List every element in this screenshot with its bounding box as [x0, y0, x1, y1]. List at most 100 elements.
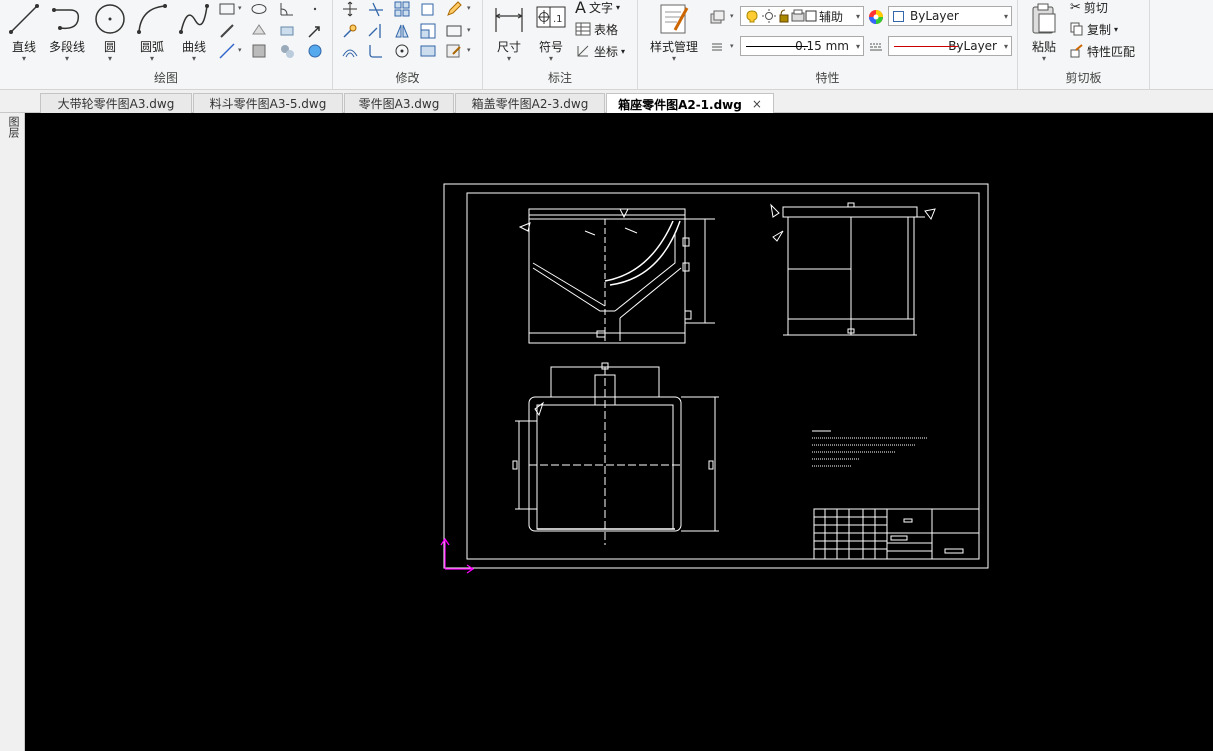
document-tab-bar: 大带轮零件图A3.dwg 料斗零件图A3-5.dwg 零件图A3.dwg 箱盖零… — [0, 91, 1213, 114]
curve-tool-label: 曲线 — [181, 40, 206, 54]
boundary-icon[interactable] — [306, 42, 324, 60]
layer-dropdown[interactable]: 辅助 ▾ — [740, 6, 864, 26]
paste-button[interactable]: 粘贴 ▾ — [1024, 0, 1064, 63]
trim-icon[interactable] — [367, 0, 385, 18]
pencil-icon[interactable] — [445, 0, 463, 18]
text-tool-label: 文字 — [588, 0, 613, 15]
chevron-down-icon: ▾ — [149, 54, 154, 63]
leader-arrow-icon[interactable] — [306, 22, 324, 40]
array-icon[interactable] — [393, 0, 411, 18]
line-tool-button[interactable]: 直线 ▾ — [2, 0, 46, 63]
layer-states-icon[interactable] — [708, 8, 726, 26]
table-tool-label: 表格 — [594, 22, 619, 37]
color-wheel-icon[interactable] — [867, 8, 885, 26]
dimension-tool-button[interactable]: 尺寸 ▾ — [487, 0, 531, 63]
edit-icon[interactable] — [445, 42, 463, 60]
copy-button[interactable]: 复制 ▾ — [1070, 19, 1118, 39]
tab-document-4[interactable]: 箱盖零件图A2-3.dwg — [455, 93, 605, 113]
tab-document-3[interactable]: 零件图A3.dwg — [344, 93, 454, 113]
chevron-down-icon: ▾ — [855, 11, 860, 21]
chevron-down-icon[interactable]: ▾ — [238, 4, 242, 12]
chevron-down-icon: ▾ — [1041, 54, 1046, 63]
close-tab-icon[interactable]: × — [752, 97, 762, 111]
ribbon-group-annotate: 尺寸 ▾ .1 符号 ▾ A 文字 ▾ 表格 坐标 ▾ 标注 — [483, 0, 638, 90]
circle-icon — [95, 4, 125, 34]
lineweight-dropdown[interactable]: 0.15 mm ▾ — [740, 36, 864, 56]
lineweight-list-icon[interactable] — [708, 38, 726, 56]
drawing-canvas[interactable] — [25, 113, 1213, 751]
construction-line-icon[interactable] — [218, 42, 236, 60]
symbol-tool-label: 符号 — [538, 40, 563, 54]
linetype-dropdown[interactable]: ByLayer ▾ — [888, 36, 1012, 56]
linetype-icon[interactable] — [867, 38, 885, 56]
style-manager-button[interactable]: 样式管理 ▾ — [642, 0, 706, 63]
polyline-icon — [52, 8, 80, 30]
arc-tool-button[interactable]: 圆弧 ▾ — [130, 0, 174, 63]
sheet-outer-frame — [443, 183, 989, 569]
text-tool-button[interactable]: A 文字 ▾ — [575, 0, 620, 17]
rotate-icon[interactable] — [393, 42, 411, 60]
region-icon[interactable] — [250, 22, 268, 40]
side-view — [770, 202, 936, 336]
line-icon — [9, 4, 39, 34]
tab-document-1[interactable]: 大带轮零件图A3.dwg — [40, 93, 192, 113]
fillet-icon[interactable] — [367, 42, 385, 60]
offset-icon[interactable] — [341, 42, 359, 60]
technical-notes — [812, 430, 927, 467]
symbol-tool-button[interactable]: .1 符号 ▾ — [531, 0, 571, 63]
scale-icon[interactable] — [419, 22, 437, 40]
dimension-icon — [495, 8, 523, 32]
gradient-icon[interactable] — [278, 42, 296, 60]
chevron-down-icon: ▾ — [548, 54, 553, 63]
coordinate-icon — [577, 45, 589, 57]
chevron-down-icon: ▾ — [1003, 11, 1008, 21]
rectangle-tool-icon[interactable] — [445, 22, 463, 40]
extend-icon[interactable] — [367, 22, 385, 40]
mirror-icon[interactable] — [393, 22, 411, 40]
point-icon[interactable] — [306, 0, 324, 18]
chevron-down-icon[interactable]: ▾ — [467, 26, 471, 34]
chevron-down-icon[interactable]: ▾ — [467, 4, 471, 12]
svg-text:.1: .1 — [553, 14, 563, 25]
chevron-down-icon[interactable]: ▾ — [730, 42, 734, 50]
group-label-annotate: 标注 — [547, 71, 572, 85]
rectangle-icon[interactable] — [218, 0, 236, 18]
color-value: ByLayer — [910, 9, 959, 23]
top-view — [512, 362, 719, 545]
table-tool-button[interactable]: 表格 — [575, 19, 618, 39]
stretch-icon[interactable] — [341, 22, 359, 40]
spline-icon — [179, 4, 209, 34]
wipeout-icon[interactable] — [278, 22, 296, 40]
style-manager-icon — [660, 4, 689, 34]
chevron-down-icon: ▾ — [1003, 41, 1008, 51]
chevron-down-icon[interactable]: ▾ — [238, 46, 242, 54]
chevron-down-icon: ▾ — [21, 54, 26, 63]
tab-document-2[interactable]: 料斗零件图A3-5.dwg — [193, 93, 343, 113]
scissors-icon: ✂ — [1070, 0, 1081, 15]
tab-label: 大带轮零件图A3.dwg — [57, 97, 175, 111]
cut-button[interactable]: ✂ 剪切 — [1070, 0, 1108, 17]
coord-tool-button[interactable]: 坐标 ▾ — [575, 41, 625, 61]
chevron-down-icon: ▾ — [671, 54, 676, 63]
explode-icon[interactable] — [419, 42, 437, 60]
lineweight-sample — [746, 46, 808, 47]
curve-tool-button[interactable]: 曲线 ▾ — [172, 0, 216, 63]
angle-icon[interactable] — [278, 0, 296, 18]
ellipse-icon[interactable] — [250, 0, 268, 18]
sheet-inner-frame — [466, 192, 980, 560]
layer-state-icons — [746, 9, 817, 23]
move-icon[interactable] — [341, 0, 359, 18]
hatch-line-icon[interactable] — [218, 22, 236, 40]
hatch-icon[interactable] — [250, 42, 268, 60]
color-dropdown[interactable]: ByLayer ▾ — [888, 6, 1012, 26]
match-properties-button[interactable]: 特性匹配 — [1070, 41, 1135, 61]
tab-document-active[interactable]: 箱座零件图A2-1.dwg × — [606, 93, 774, 114]
chevron-down-icon[interactable]: ▾ — [730, 12, 734, 20]
title-block — [813, 508, 980, 560]
tolerance-symbol-icon: .1 — [536, 6, 566, 28]
copy-object-icon[interactable] — [419, 0, 437, 18]
circle-tool-button[interactable]: 圆 ▾ — [88, 0, 132, 63]
chevron-down-icon[interactable]: ▾ — [467, 46, 471, 54]
cad-application: 直线 ▾ 多段线 ▾ 圆 ▾ 圆弧 ▾ 曲线 ▾ ▾ ▾ 绘图 ▾ ▾ ▾ 修改… — [0, 0, 1213, 751]
polyline-tool-button[interactable]: 多段线 ▾ — [44, 0, 90, 63]
